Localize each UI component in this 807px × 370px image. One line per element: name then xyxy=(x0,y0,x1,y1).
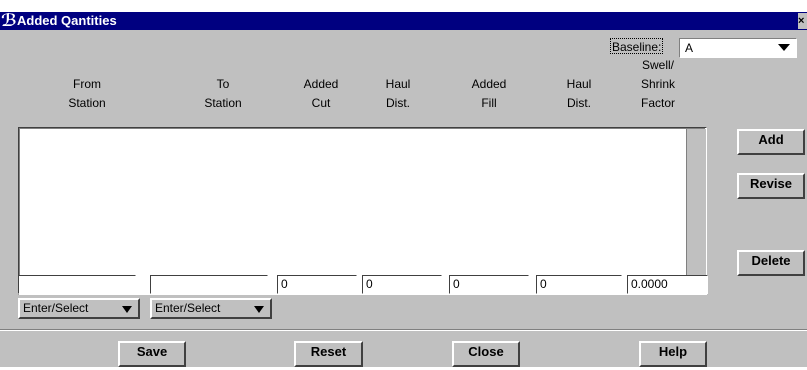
haul-dist-fill-field[interactable]: 0 xyxy=(536,275,622,294)
header-line: Dist. xyxy=(386,96,410,110)
window-title: Added Qantities xyxy=(17,13,117,28)
header-line xyxy=(353,56,443,75)
chevron-down-icon[interactable] xyxy=(778,44,790,51)
revise-button[interactable]: Revise xyxy=(737,173,805,199)
header-haul-dist-fill: Haul Dist. xyxy=(534,56,624,113)
delete-button[interactable]: Delete xyxy=(737,250,805,276)
help-button[interactable]: Help xyxy=(639,341,707,367)
to-station-field[interactable] xyxy=(150,275,268,294)
from-station-field[interactable] xyxy=(18,275,136,294)
header-line: To xyxy=(216,77,230,91)
chevron-down-icon xyxy=(254,306,264,313)
dialog-body: Baseline: A From Station To Station Adde… xyxy=(0,30,807,367)
chevron-down-icon xyxy=(122,306,132,313)
quantities-list[interactable] xyxy=(18,127,707,295)
header-line xyxy=(444,56,534,75)
enter-select-label: Enter/Select xyxy=(23,301,89,315)
header-line: Shrink xyxy=(640,77,675,91)
header-line xyxy=(42,56,132,75)
header-to-station: To Station xyxy=(178,56,268,113)
baseline-dropdown[interactable]: A xyxy=(679,38,797,58)
header-line: Fill xyxy=(481,96,497,110)
to-station-enter-select[interactable]: Enter/Select xyxy=(150,298,272,319)
header-line: Haul xyxy=(566,77,592,91)
close-button[interactable]: Close xyxy=(452,341,520,367)
header-added-fill: Added Fill xyxy=(444,56,534,113)
header-line: Haul xyxy=(385,77,411,91)
header-line: Factor xyxy=(640,96,675,110)
added-fill-field[interactable]: 0 xyxy=(449,275,529,294)
swell-shrink-field[interactable]: 0.0000 xyxy=(627,275,708,294)
header-haul-dist-cut: Haul Dist. xyxy=(353,56,443,113)
divider xyxy=(0,329,807,331)
reset-button[interactable]: Reset xyxy=(294,341,363,367)
header-line: From xyxy=(73,77,101,91)
added-cut-field[interactable]: 0 xyxy=(277,275,357,294)
title-bar[interactable]: ℬ Added Qantities × xyxy=(0,12,807,30)
baseline-label: Baseline: xyxy=(610,38,664,54)
from-station-enter-select[interactable]: Enter/Select xyxy=(18,298,140,319)
header-line: Station xyxy=(68,96,106,110)
header-line xyxy=(178,56,268,75)
added-quantities-dialog: ℬ Added Qantities × Baseline: A From Sta… xyxy=(0,0,807,370)
add-button[interactable]: Add xyxy=(737,129,805,155)
bentley-b-icon: ℬ xyxy=(1,11,17,31)
haul-dist-cut-field[interactable]: 0 xyxy=(362,275,442,294)
close-icon[interactable]: × xyxy=(798,13,807,29)
header-swell-shrink-factor: Swell/ Shrink Factor xyxy=(613,56,703,113)
header-line: Dist. xyxy=(567,96,591,110)
list-area[interactable] xyxy=(19,128,706,294)
enter-select-label: Enter/Select xyxy=(155,301,221,315)
save-button[interactable]: Save xyxy=(118,341,186,367)
header-line: Station xyxy=(204,96,242,110)
header-line: Added xyxy=(471,77,507,91)
baseline-value: A xyxy=(685,41,694,55)
header-from-station: From Station xyxy=(42,56,132,113)
header-line: Swell/ xyxy=(641,58,674,72)
list-scrollbar[interactable] xyxy=(686,129,706,294)
header-line xyxy=(534,56,624,75)
